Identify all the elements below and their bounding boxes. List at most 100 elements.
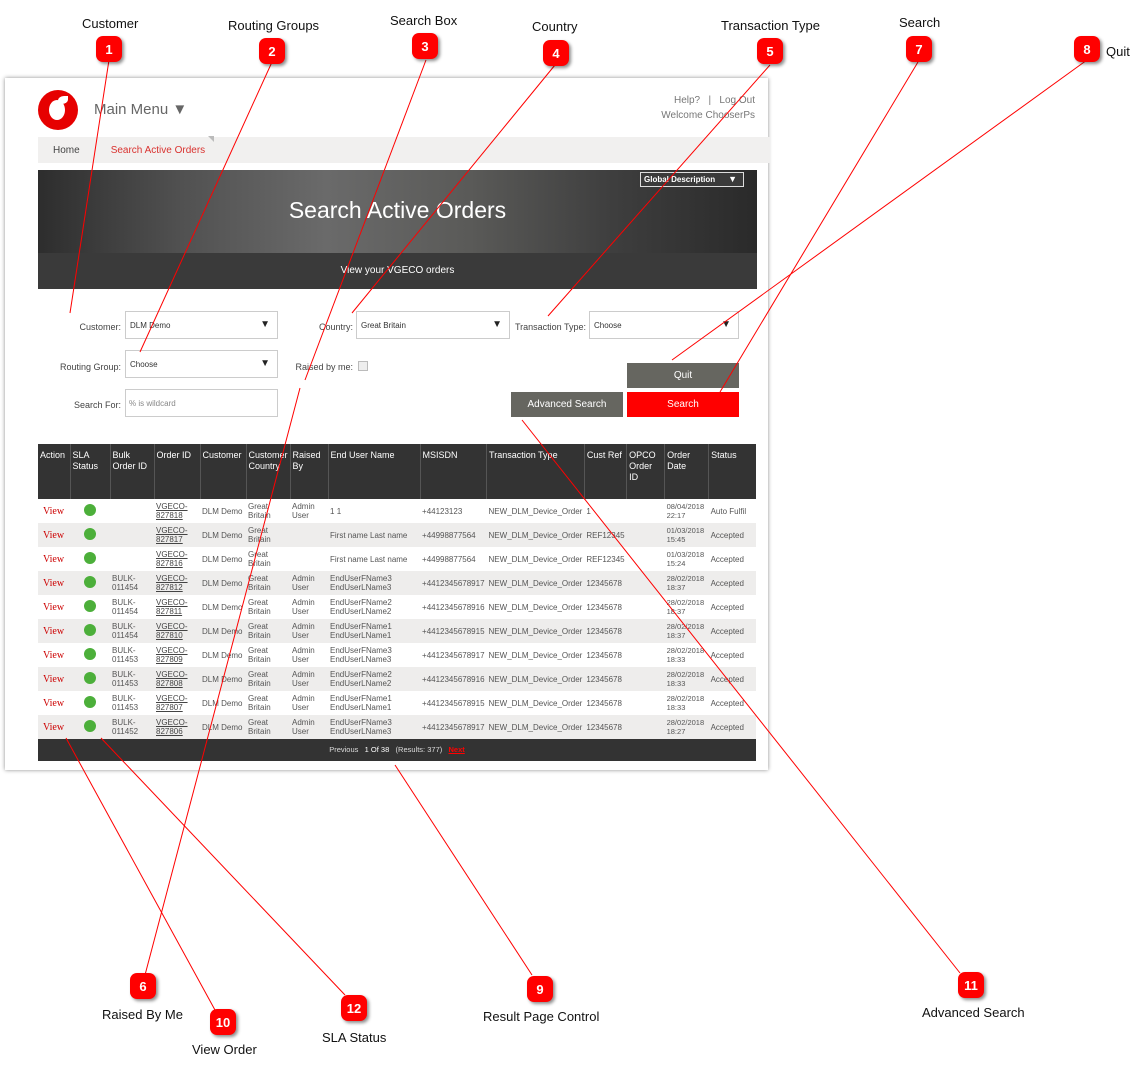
cust-ref-cell: 12345678 bbox=[586, 602, 622, 612]
callout-badge-4: 4 bbox=[543, 40, 569, 66]
opco-order-id bbox=[626, 523, 665, 547]
chevron-down-icon: ▼ bbox=[721, 319, 731, 330]
callout-label-country: Country bbox=[532, 19, 578, 34]
view-order-link[interactable]: View bbox=[40, 722, 64, 733]
logout-link[interactable]: Log Out bbox=[719, 95, 755, 106]
callout-label-routing-groups: Routing Groups bbox=[228, 18, 320, 33]
order-id-link[interactable]: VGECO-827810 bbox=[156, 622, 188, 640]
view-order-link[interactable]: View bbox=[40, 506, 64, 517]
sla-status-green-icon bbox=[84, 624, 96, 636]
callout-badge-10: 10 bbox=[210, 1009, 236, 1035]
column-header: SLA Status bbox=[70, 444, 111, 499]
raised-by-cell: Admin User bbox=[290, 667, 329, 691]
opco-order-id bbox=[627, 691, 665, 715]
order-id-link[interactable]: VGECO-827816 bbox=[156, 550, 188, 568]
sla-status-green-icon bbox=[84, 696, 96, 708]
sla-status-cell bbox=[70, 547, 110, 571]
quit-button[interactable]: Quit bbox=[627, 363, 739, 388]
order-id-link[interactable]: VGECO-827809 bbox=[156, 646, 188, 664]
status-cell: Accepted bbox=[708, 715, 756, 739]
pager-previous[interactable]: Previous bbox=[329, 745, 358, 754]
cust-ref-cell: 1 bbox=[586, 506, 591, 516]
pager-next[interactable]: Next bbox=[449, 745, 465, 754]
raised-by-cell: Admin User bbox=[292, 646, 315, 664]
bulk-order-id: BULK-011453 bbox=[110, 667, 154, 691]
customer-label: Customer: bbox=[79, 322, 121, 332]
view-order-link[interactable]: View bbox=[40, 626, 64, 637]
order-id-cell: VGECO-827807 bbox=[154, 691, 200, 715]
callout-badge-2: 2 bbox=[259, 38, 285, 64]
opco-order-id bbox=[627, 547, 665, 571]
country-select[interactable]: Great Britain ▼ bbox=[356, 311, 510, 339]
sla-status-green-icon bbox=[84, 720, 96, 732]
transaction-type-cell: NEW_DLM_Device_Order bbox=[486, 715, 585, 739]
sla-status-cell bbox=[70, 643, 110, 667]
customer-cell: DLM Demo bbox=[202, 506, 243, 516]
customer-value: DLM Demo bbox=[130, 321, 171, 330]
view-order-link[interactable]: View bbox=[40, 578, 64, 589]
customer-select[interactable]: DLM Demo ▼ bbox=[125, 311, 278, 339]
sla-status-green-icon bbox=[84, 552, 96, 564]
order-id-link[interactable]: VGECO-827808 bbox=[156, 670, 188, 688]
transaction-type-cell: NEW_DLM_Device_Order bbox=[488, 506, 583, 516]
msisdn-cell: +4412345678916 bbox=[420, 667, 487, 691]
order-id-link[interactable]: VGECO-827812 bbox=[156, 574, 188, 592]
status-cell: Accepted bbox=[710, 602, 744, 612]
main-menu-dropdown[interactable]: Main Menu ▼ bbox=[94, 101, 187, 118]
order-id-link[interactable]: VGECO-827807 bbox=[156, 694, 188, 712]
callout-label-sla-status: SLA Status bbox=[322, 1030, 387, 1045]
msisdn-cell: +4412345678915 bbox=[422, 698, 485, 708]
order-id-cell: VGECO-827808 bbox=[154, 667, 200, 691]
search-button[interactable]: Search bbox=[627, 392, 739, 417]
help-link[interactable]: Help? bbox=[674, 95, 700, 106]
app-window: Main Menu ▼ Help? | Log Out Welcome Choo… bbox=[5, 78, 770, 770]
callout-label-view-order: View Order bbox=[192, 1042, 257, 1057]
vodafone-logo[interactable] bbox=[38, 90, 78, 130]
callout-label-advanced-search: Advanced Search bbox=[922, 1005, 1025, 1020]
order-id-link[interactable]: VGECO-827811 bbox=[156, 598, 188, 616]
bulk-order-id bbox=[110, 523, 154, 547]
view-order-link[interactable]: View bbox=[40, 674, 64, 685]
column-header: Order Date bbox=[664, 444, 710, 499]
table-row: View BULK-011452 VGECO-827806 DLM Demo Great… bbox=[38, 715, 756, 739]
global-description-dropdown[interactable]: Global Description ▼ bbox=[640, 172, 744, 187]
end-user-name: EndUserFName3 EndUserLName3 bbox=[328, 571, 421, 595]
raised-by-cell bbox=[290, 547, 328, 571]
table-row: View BULK-011453 VGECO-827809 DLM Demo Great… bbox=[38, 643, 756, 667]
raised-by-cell: Admin User bbox=[290, 715, 329, 739]
country-cell: Great Britain bbox=[248, 502, 271, 520]
search-for-label: Search For: bbox=[73, 400, 121, 410]
routing-group-value: Choose bbox=[130, 360, 158, 369]
callout-badge-12: 12 bbox=[341, 995, 367, 1021]
msisdn-cell: +4412345678917 bbox=[420, 571, 487, 595]
end-user-name: EndUserFName3 EndUserLName3 bbox=[328, 715, 421, 739]
view-order-link[interactable]: View bbox=[40, 530, 64, 541]
advanced-search-button[interactable]: Advanced Search bbox=[511, 392, 623, 417]
transaction-type-cell: NEW_DLM_Device_Order bbox=[488, 554, 583, 564]
order-id-link[interactable]: VGECO-827818 bbox=[156, 502, 188, 520]
table-row: View BULK-011454 VGECO-827812 DLM Demo Great… bbox=[38, 571, 756, 595]
raised-by-me-checkbox[interactable] bbox=[358, 361, 368, 371]
sla-status-green-icon bbox=[84, 576, 96, 588]
page-title: Search Active Orders bbox=[288, 197, 507, 223]
order-id-link[interactable]: VGECO-827806 bbox=[156, 718, 188, 736]
view-order-link[interactable]: View bbox=[40, 650, 64, 661]
breadcrumb-home[interactable]: Home bbox=[53, 145, 80, 156]
view-order-link[interactable]: View bbox=[40, 602, 64, 613]
order-date: 28/02/2018 18:27 bbox=[664, 715, 709, 739]
opco-order-id bbox=[626, 571, 665, 595]
cust-ref-cell: 12345678 bbox=[586, 650, 622, 660]
transaction-type-cell: NEW_DLM_Device_Order bbox=[486, 619, 585, 643]
routing-group-select[interactable]: Choose ▼ bbox=[125, 350, 278, 378]
country-cell: Great Britain bbox=[248, 550, 271, 568]
order-id-cell: VGECO-827806 bbox=[154, 715, 200, 739]
column-header: Bulk Order ID bbox=[110, 444, 155, 499]
action-cell: View bbox=[38, 595, 70, 619]
search-for-input[interactable] bbox=[125, 389, 278, 417]
bulk-order-id: BULK-011454 bbox=[110, 571, 154, 595]
transaction-type-select[interactable]: Choose ▼ bbox=[589, 311, 739, 339]
view-order-link[interactable]: View bbox=[40, 554, 64, 565]
view-order-link[interactable]: View bbox=[40, 698, 64, 709]
leader-line-12 bbox=[100, 737, 346, 996]
order-id-link[interactable]: VGECO-827817 bbox=[156, 526, 188, 544]
